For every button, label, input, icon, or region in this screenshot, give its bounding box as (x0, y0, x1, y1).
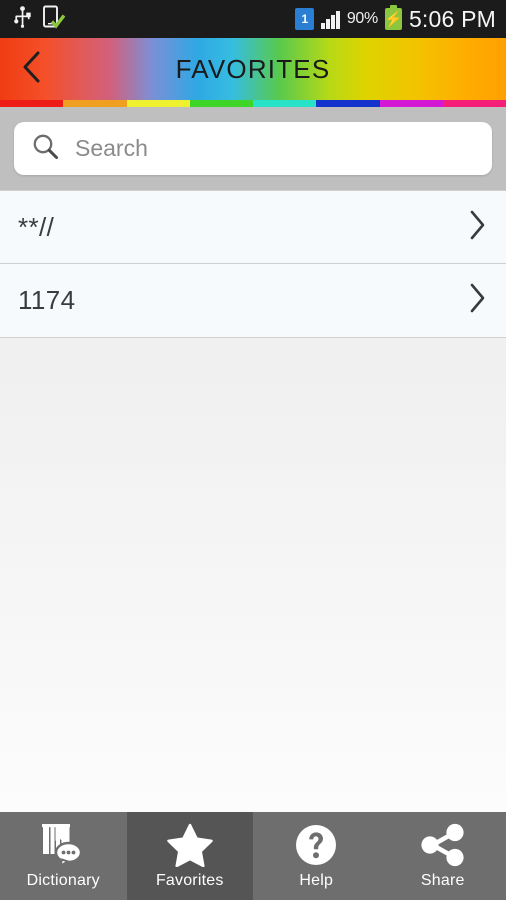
table-row[interactable]: **// (0, 190, 506, 264)
stripe-segment-pink (442, 100, 506, 107)
stripe-segment-green (189, 100, 253, 107)
star-icon (167, 823, 213, 867)
app-screen: 1 90% ⚡ 5:06 PM FAVORITES Search **// 11… (0, 0, 506, 900)
battery-percent-label: 90% (346, 10, 378, 27)
table-row[interactable]: 1174 (0, 264, 506, 338)
search-icon (32, 133, 59, 165)
back-button[interactable] (0, 38, 64, 100)
chevron-right-icon (466, 209, 488, 246)
signal-bars-icon (321, 9, 340, 29)
sim-card-badge: 1 (295, 8, 315, 30)
clock-label: 5:06 PM (408, 5, 496, 32)
stripe-segment-blue (316, 100, 380, 107)
search-box[interactable] (14, 122, 492, 175)
bolt-glyph: ⚡ (384, 10, 403, 28)
favorites-list: **// 1174 (0, 190, 506, 338)
question-circle-icon (294, 823, 338, 867)
tab-favorites[interactable]: Favorites (126, 812, 253, 900)
content-area: **// 1174 (0, 190, 506, 812)
tab-label: Help (299, 871, 334, 889)
chevron-right-icon (466, 282, 488, 319)
share-icon (419, 823, 467, 867)
color-stripe (0, 100, 506, 107)
tab-label: Favorites (155, 871, 224, 889)
dictionary-icon (40, 823, 86, 867)
status-bar-right: 1 90% ⚡ 5:06 PM (295, 5, 506, 33)
chevron-left-icon (19, 50, 45, 89)
app-header: FAVORITES (0, 38, 506, 100)
status-bar: 1 90% ⚡ 5:06 PM (0, 0, 506, 38)
page-title: FAVORITES (175, 53, 331, 84)
tab-help[interactable]: Help (253, 812, 380, 900)
tab-label: Share (420, 871, 465, 889)
tab-share[interactable]: Share (380, 812, 506, 900)
battery-charging-icon: ⚡ (384, 5, 403, 30)
tab-label: Dictionary (26, 871, 100, 889)
row-label: 1174 (18, 285, 76, 315)
stripe-segment-magenta (379, 100, 443, 107)
stripe-segment-orange (63, 100, 127, 107)
search-bar-container (0, 107, 506, 190)
row-label: **// (18, 211, 55, 242)
stripe-segment-yellow (126, 100, 190, 107)
search-input[interactable] (73, 134, 474, 163)
bottom-tab-bar: Dictionary Favorites Help Share (0, 812, 506, 900)
tab-dictionary[interactable]: Dictionary (0, 812, 127, 900)
status-bar-left (0, 5, 66, 34)
usb-icon (14, 5, 31, 33)
device-checked-icon (43, 5, 66, 34)
stripe-segment-red (0, 100, 64, 107)
stripe-segment-cyan (253, 100, 317, 107)
